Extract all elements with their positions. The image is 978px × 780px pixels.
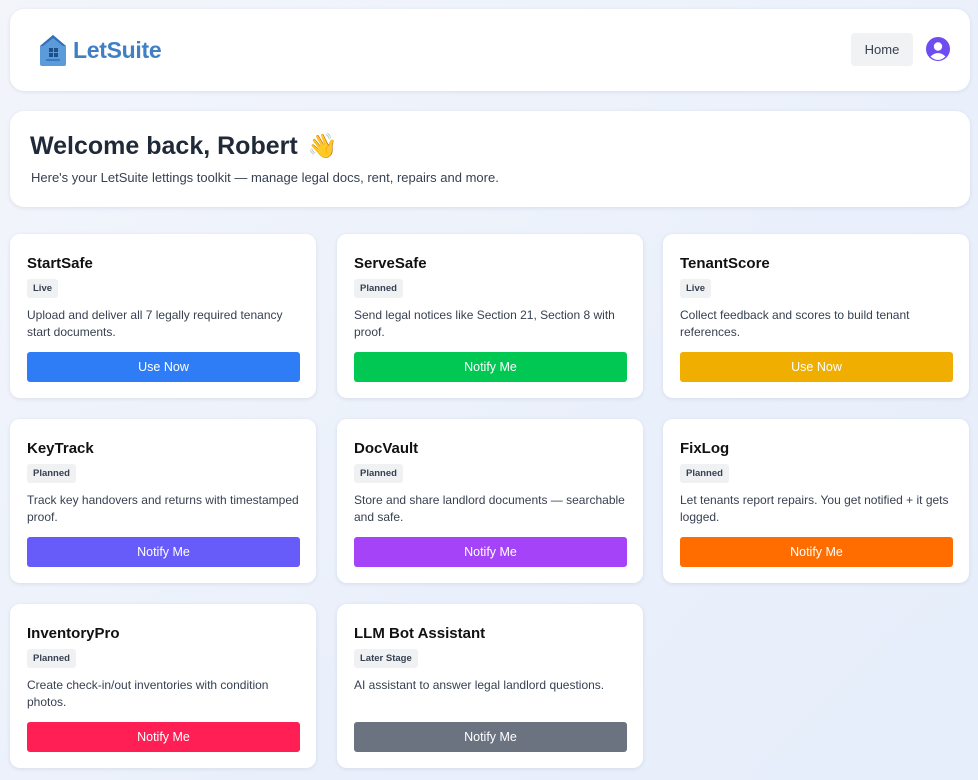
card-title: TenantScore <box>680 255 770 272</box>
card-description: Send legal notices like Section 21, Sect… <box>354 308 615 339</box>
card-description: Store and share landlord documents — sea… <box>354 493 625 524</box>
card-description: AI assistant to answer legal landlord qu… <box>354 678 605 692</box>
card-title: InventoryPro <box>27 625 120 642</box>
status-badge: Planned <box>27 464 76 483</box>
use-now-button[interactable]: Use Now <box>27 352 300 382</box>
card-description: Let tenants report repairs. You get noti… <box>680 493 949 524</box>
status-badge: Later Stage <box>354 649 418 668</box>
card-title: DocVault <box>354 440 419 457</box>
tool-card-servesafe: ServeSafe Planned Send legal notices lik… <box>337 234 643 398</box>
house-logo-icon <box>40 35 66 66</box>
top-header: LetSuite Home <box>10 9 970 91</box>
welcome-heading: Welcome back, Robert 👋 <box>30 132 338 161</box>
home-button[interactable]: Home <box>851 33 913 66</box>
card-title: FixLog <box>680 440 730 457</box>
status-badge: Live <box>680 279 712 298</box>
notify-me-button[interactable]: Notify Me <box>354 352 627 382</box>
user-avatar-icon[interactable] <box>926 37 950 61</box>
status-badge: Live <box>27 279 59 298</box>
status-badge: Planned <box>354 464 403 483</box>
waving-hand-icon: 👋 <box>307 133 338 160</box>
card-description: Collect feedback and scores to build ten… <box>680 308 910 339</box>
use-now-button[interactable]: Use Now <box>680 352 953 382</box>
notify-me-button[interactable]: Notify Me <box>354 537 627 567</box>
card-title: StartSafe <box>27 255 93 272</box>
logo[interactable]: LetSuite <box>38 33 162 67</box>
status-badge: Planned <box>354 279 403 298</box>
tool-card-fixlog: FixLog Planned Let tenants report repair… <box>663 419 969 583</box>
status-badge: Planned <box>27 649 76 668</box>
card-title: ServeSafe <box>354 255 427 272</box>
logo-text: LetSuite <box>73 36 162 63</box>
tool-card-tenantscore: TenantScore Live Collect feedback and sc… <box>663 234 969 398</box>
welcome-title: Welcome back, Robert <box>30 132 298 160</box>
tool-card-startsafe: StartSafe Live Upload and deliver all 7 … <box>10 234 316 398</box>
tool-card-inventorypro: InventoryPro Planned Create check-in/out… <box>10 604 316 768</box>
notify-me-button[interactable]: Notify Me <box>354 722 627 752</box>
welcome-subtitle: Here's your LetSuite lettings toolkit — … <box>31 170 499 185</box>
notify-me-button[interactable]: Notify Me <box>27 537 300 567</box>
card-description: Upload and deliver all 7 legally require… <box>27 308 283 339</box>
notify-me-button[interactable]: Notify Me <box>680 537 953 567</box>
tool-card-keytrack: KeyTrack Planned Track key handovers and… <box>10 419 316 583</box>
card-description: Track key handovers and returns with tim… <box>27 493 299 524</box>
card-title: LLM Bot Assistant <box>354 625 486 642</box>
notify-me-button[interactable]: Notify Me <box>27 722 300 752</box>
card-title: KeyTrack <box>27 440 94 457</box>
card-description: Create check-in/out inventories with con… <box>27 678 269 709</box>
tool-card-docvault: DocVault Planned Store and share landlor… <box>337 419 643 583</box>
status-badge: Planned <box>680 464 729 483</box>
welcome-panel: Welcome back, Robert 👋 Here's your LetSu… <box>10 111 970 207</box>
tool-card-llm-bot-assistant: LLM Bot Assistant Later Stage AI assista… <box>337 604 643 768</box>
